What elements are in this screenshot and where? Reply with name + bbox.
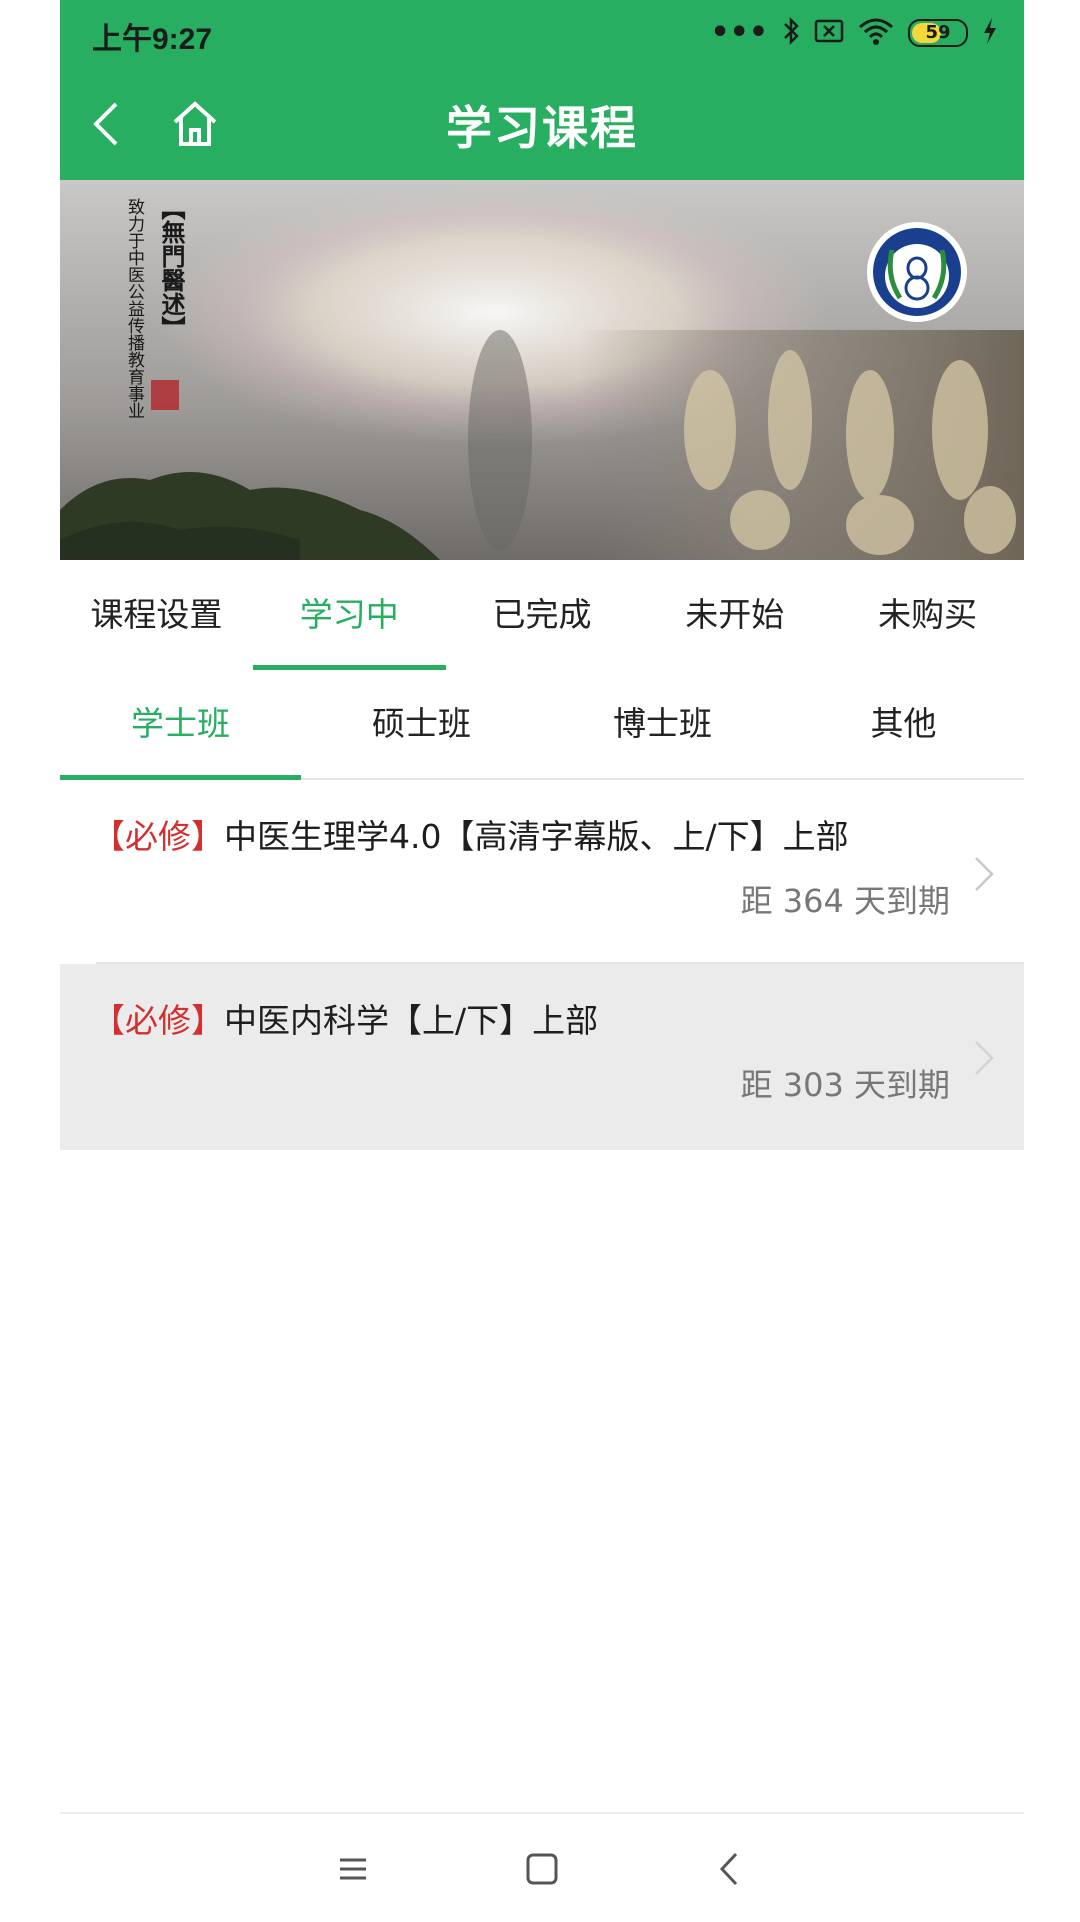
course-tag: 【必修】: [92, 1001, 224, 1040]
course-item[interactable]: 【必修】中医生理学4.0【高清字幕版、上/下】上部 距 364 天到期: [60, 780, 1024, 966]
battery-icon: 59: [908, 19, 968, 47]
tab-bachelor[interactable]: 学士班: [60, 670, 301, 780]
no-sim-icon: [814, 18, 844, 48]
home-nav-button[interactable]: [517, 1844, 567, 1894]
square-home-icon: [526, 1853, 558, 1885]
banner-image: 【無門醫述】 致力于中医公益传播教育事业: [60, 180, 1024, 560]
course-title: 【必修】中医生理学4.0【高清字幕版、上/下】上部: [92, 810, 849, 858]
back-nav-icon: [719, 1852, 738, 1886]
banner-vertical-title: 【無門醫述】: [157, 196, 186, 340]
system-nav-bar: [60, 1812, 1024, 1922]
chevron-right-icon: [975, 1041, 994, 1075]
tab-not-started[interactable]: 未开始: [638, 560, 831, 670]
chevron-right-icon: [975, 857, 994, 891]
page-title: 学习课程: [446, 101, 638, 155]
menu-button[interactable]: [328, 1844, 378, 1894]
bluetooth-icon: [782, 16, 800, 50]
header-bar: 学习课程: [60, 68, 1024, 180]
tab-course-settings[interactable]: 课程设置: [60, 560, 253, 670]
tab-other[interactable]: 其他: [783, 670, 1024, 778]
back-nav-button[interactable]: [706, 1844, 756, 1894]
charging-icon: [982, 17, 998, 49]
course-title: 【必修】中医内科学【上/下】上部: [92, 994, 598, 1042]
banner-vertical-subtitle: 致力于中医公益传播教育事业: [124, 198, 144, 419]
course-expire: 距 303 天到期: [740, 1066, 950, 1104]
status-time: 上午9:27: [92, 23, 213, 56]
course-name: 中医生理学4.0【高清字幕版、上/下】上部: [224, 817, 849, 856]
course-tag: 【必修】: [92, 817, 224, 856]
course-item[interactable]: 【必修】中医内科学【上/下】上部 距 303 天到期: [60, 964, 1024, 1150]
tab-completed[interactable]: 已完成: [446, 560, 639, 670]
course-name: 中医内科学【上/下】上部: [224, 1001, 599, 1040]
tab-in-progress[interactable]: 学习中: [252, 560, 446, 670]
menu-icon: [340, 1858, 366, 1880]
signal-dots-icon: •••: [710, 15, 768, 50]
tab-not-purchased[interactable]: 未购买: [831, 560, 1024, 670]
tab-doctor[interactable]: 博士班: [542, 670, 783, 778]
wifi-icon: [858, 17, 894, 49]
level-tabs: 学士班 硕士班 博士班 其他: [60, 670, 1024, 780]
status-icons: ••• 59: [710, 16, 998, 50]
status-tabs: 课程设置 学习中 已完成 未开始 未购买: [60, 560, 1024, 670]
tab-master[interactable]: 硕士班: [301, 670, 542, 778]
app-frame: 上午9:27 ••• 59 学习课程 【無門醫述】 致力于中医公益传播教育事业 …: [60, 0, 1024, 1922]
course-expire: 距 364 天到期: [740, 882, 950, 920]
status-bar: 上午9:27 ••• 59: [60, 0, 1024, 68]
